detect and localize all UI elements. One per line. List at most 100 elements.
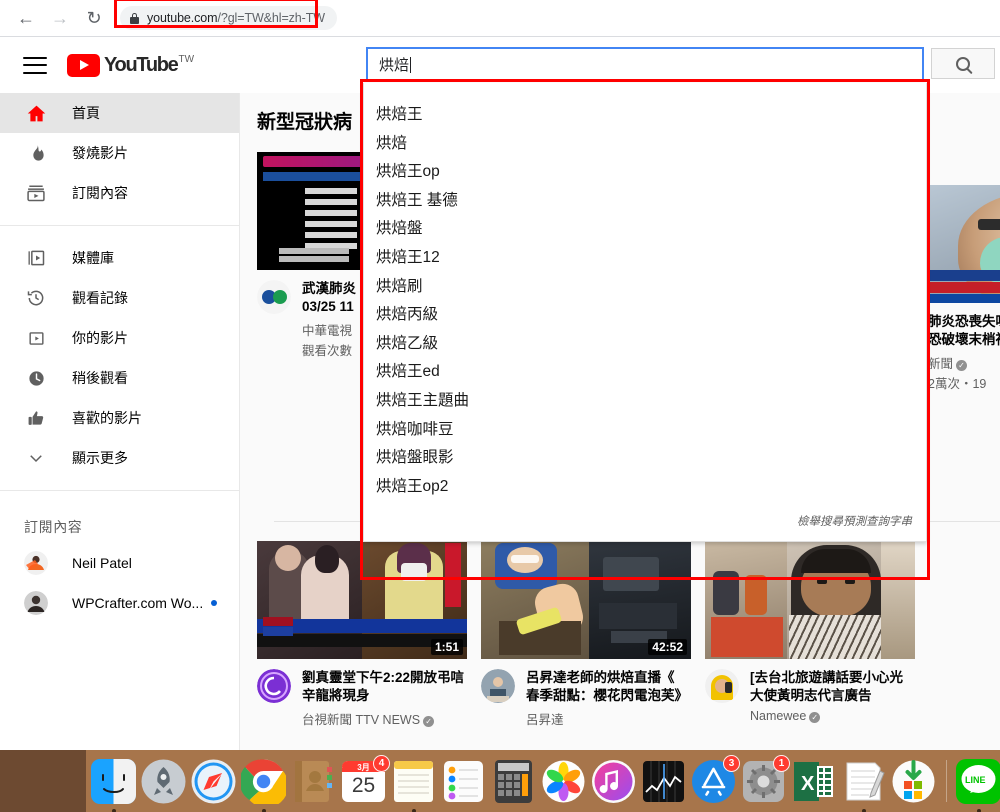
dock-calendar-icon[interactable]: 3月 25 4 [341,759,386,804]
dock-app-store-icon[interactable]: 3 [691,759,736,804]
address-bar-wrapper[interactable]: youtube.com/?gl=TW&hl=zh-TW [120,6,337,30]
video-title[interactable]: 肺炎恐喪失味 [928,313,1000,331]
svg-text:LINE: LINE [965,775,986,785]
video-stats: 觀看次數 [302,340,356,359]
suggestion-item[interactable]: 烘焙王op [364,158,926,187]
dock-line-icon[interactable]: LINE [956,759,1000,804]
dock-finder-icon[interactable] [91,759,136,804]
video-thumbnail[interactable] [705,541,915,659]
dock-contacts-icon[interactable] [291,759,336,804]
your-videos-icon [24,326,48,350]
video-card[interactable]: [去台北旅遊講話要小心光大使黃明志代言廣告 Namewee✓ [705,541,915,728]
dock-reminders-icon[interactable] [441,759,486,804]
sidebar-item-library[interactable]: 媒體庫 [0,238,239,278]
dock-calculator-icon[interactable] [491,759,536,804]
dock-system-preferences-icon[interactable]: 1 [741,759,786,804]
sidebar-item-watch-later[interactable]: 稍後觀看 [0,358,239,398]
video-channel[interactable]: 台視新聞 TTV NEWS✓ [302,709,467,728]
dock-safari-icon[interactable] [191,759,236,804]
dock-running-indicator [262,809,266,812]
sidebar-item-your-videos[interactable]: 你的影片 [0,318,239,358]
sidebar-item-home[interactable]: 首頁 [0,93,239,133]
sidebar-label-home: 首頁 [72,103,100,123]
sidebar-item-subscriptions[interactable]: 訂閱內容 [0,173,239,213]
guide-menu-icon[interactable] [23,57,47,74]
sidebar-label-library: 媒體庫 [72,248,114,268]
dock-running-indicator [412,809,416,812]
suggestion-item[interactable]: 烘焙 [364,130,926,159]
verified-badge: ✓ [956,360,967,371]
search-suggestions-dropdown[interactable]: 烘焙王 烘焙 烘焙王op 烘焙王 基德 烘焙盤 烘焙王12 烘焙刷 烘焙丙級 烘… [363,83,927,542]
suggestion-item[interactable]: 烘焙咖啡豆 [364,416,926,445]
dock-calendar-badge: 4 [373,755,390,772]
verified-badge: ✓ [423,716,434,727]
dock-system-preferences-badge: 1 [773,755,790,772]
sidebar-label-watch-later: 稍後觀看 [72,368,128,388]
dock-separator [946,760,947,802]
back-icon[interactable]: ← [12,4,40,32]
sidebar-channel-label: WPCrafter.com Wo... [72,595,203,611]
sidebar-item-liked-videos[interactable]: 喜歡的影片 [0,398,239,438]
report-predictions-link[interactable]: 檢舉搜尋預測查詢字串 [797,513,912,529]
video-card[interactable]: 1:51 劉真靈堂下午2:22開放弔唁辛龍將現身 台視新聞 TTV NEWS✓ [257,541,467,728]
sidebar-item-history[interactable]: 觀看記錄 [0,278,239,318]
video-title[interactable]: 劉真靈堂下午2:22開放弔唁辛龍將現身 [302,669,467,705]
sidebar-channel-neil-patel[interactable]: Neil Patel [0,543,239,583]
dock-microsoft-installer-icon[interactable] [891,759,936,804]
suggestion-item[interactable]: 烘焙刷 [364,273,926,302]
sidebar-item-trending[interactable]: 發燒影片 [0,133,239,173]
suggestion-item[interactable]: 烘焙王ed [364,358,926,387]
dock-launchpad-icon[interactable] [141,759,186,804]
chevron-down-icon [24,446,48,470]
flame-icon [24,141,48,165]
sidebar-item-show-more[interactable]: 顯示更多 [0,438,239,478]
video-title-line2[interactable]: 03/25 11 [302,298,356,316]
avatar [24,591,48,615]
suggestion-item[interactable]: 烘焙王12 [364,244,926,273]
dock-notes-icon[interactable] [391,759,436,804]
video-thumbnail[interactable]: 1:51 [257,541,467,659]
video-meta: 肺炎恐喪失味 恐破壞末梢神 新聞✓ 2萬次・19 [928,313,1000,392]
screen-root: ← → ↻ youtube.com/?gl=TW&hl=zh-TW YouTub… [0,0,1000,812]
video-channel[interactable]: Namewee✓ [750,709,915,723]
video-title[interactable]: [去台北旅遊講話要小心光大使黃明志代言廣告 [750,669,915,705]
search-button[interactable] [931,48,995,79]
reload-icon[interactable]: ↻ [80,4,108,32]
video-channel[interactable]: 呂昇達 [526,709,691,728]
video-card[interactable]: 42:52 呂昇達老師的烘焙直播《 春季甜點：櫻花閃電泡芙》 呂昇達 [481,541,691,728]
video-card[interactable]: 肺炎恐喪失味 恐破壞末梢神 新聞✓ 2萬次・19 [928,185,1000,392]
browser-toolbar: ← → ↻ youtube.com/?gl=TW&hl=zh-TW [0,0,1000,36]
suggestion-item[interactable]: 烘焙丙級 [364,301,926,330]
sidebar-channel-wpcrafter[interactable]: WPCrafter.com Wo... [0,583,239,623]
video-channel[interactable]: 中華電視 [302,320,356,339]
search-input[interactable]: 烘焙 [366,47,924,82]
suggestion-item[interactable]: 烘焙王主題曲 [364,387,926,416]
suggestion-item[interactable]: 烘焙盤眼影 [364,444,926,473]
video-text-block: 武漢肺炎 03/25 11 中華電視 觀看次數 [302,280,356,359]
suggestion-list: 烘焙王 烘焙 烘焙王op 烘焙王 基德 烘焙盤 烘焙王12 烘焙刷 烘焙丙級 烘… [364,83,926,501]
suggestion-item[interactable]: 烘焙乙級 [364,330,926,359]
dock-photos-icon[interactable] [541,759,586,804]
avatar [705,669,739,703]
dock-chrome-icon[interactable] [241,759,286,804]
address-bar[interactable]: youtube.com/?gl=TW&hl=zh-TW [120,6,337,30]
video-thumbnail[interactable] [928,185,1000,303]
dock-excel-icon[interactable]: X [791,759,836,804]
dock-itunes-icon[interactable] [591,759,636,804]
dock-stocks-icon[interactable] [641,759,686,804]
youtube-logo[interactable]: YouTube TW [67,54,194,77]
suggestion-item[interactable]: 烘焙王op2 [364,473,926,502]
suggestion-item[interactable]: 烘焙王 [364,101,926,130]
dock-textedit-icon[interactable] [841,759,886,804]
video-channel[interactable]: 新聞✓ [928,353,1000,372]
suggestion-item[interactable]: 烘焙王 基德 [364,187,926,216]
video-thumbnail[interactable]: 42:52 [481,541,691,659]
forward-icon[interactable]: → [46,4,74,32]
suggestion-item[interactable]: 烘焙盤 [364,215,926,244]
youtube-logo-text: YouTube [104,54,177,76]
video-title[interactable]: 武漢肺炎 [302,280,356,298]
url-text: youtube.com/?gl=TW&hl=zh-TW [147,11,325,25]
video-title-line2[interactable]: 恐破壞末梢神 [928,331,1000,349]
dock-running-indicator [977,809,981,812]
video-title[interactable]: 呂昇達老師的烘焙直播《 春季甜點：櫻花閃電泡芙》 [526,669,691,705]
